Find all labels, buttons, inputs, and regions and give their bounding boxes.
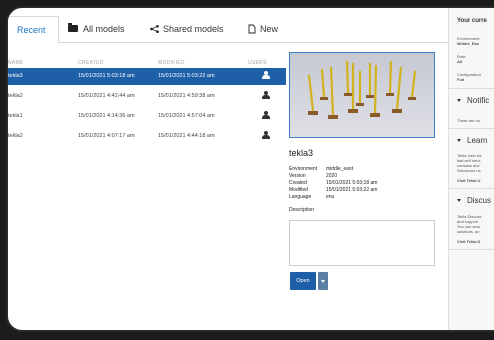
row-name: tekla2 <box>8 93 23 99</box>
right-environment-link[interactable]: Middle_Eas <box>457 41 479 46</box>
model-title: tekla3 <box>289 148 314 158</box>
table-row[interactable]: tekla1 15/01/2021 4:14:36 am 15/01/2021 … <box>8 108 286 125</box>
tab-shared-models-label: Shared models <box>163 24 224 34</box>
current-settings-header: Your curre <box>457 18 487 24</box>
model-preview[interactable] <box>289 52 435 138</box>
row-modified: 15/01/2021 4:59:38 am <box>158 93 215 99</box>
column-created[interactable]: CREATED <box>78 60 104 66</box>
user-icon <box>262 91 270 100</box>
table-row[interactable]: tekla2 15/01/2021 4:42:44 am 15/01/2021 … <box>8 88 286 105</box>
row-name: tekla1 <box>8 113 23 119</box>
notifications-text: There are no <box>457 118 480 123</box>
row-name: tekla2 <box>8 133 23 139</box>
version-label: Version <box>289 173 306 179</box>
description-label: Description <box>289 207 315 213</box>
new-document-icon <box>248 24 256 34</box>
row-modified: 15/01/2021 4:44:18 am <box>158 133 215 139</box>
row-created: 15/01/2021 4:07:17 am <box>78 133 135 139</box>
notifications-header[interactable]: Notific <box>457 96 489 105</box>
discuss-text-line: solutions, an <box>457 229 480 234</box>
modified-value: 15/01/2021 5:03:22 am <box>326 187 378 193</box>
right-configuration-link[interactable]: Full <box>457 77 464 82</box>
environment-value: middle_east <box>326 166 353 172</box>
tab-bar: Recent All models Shared models New <box>8 16 448 44</box>
right-panel: Your curre Environment Middle_Eas Role: … <box>448 8 494 330</box>
modified-label: Modified <box>289 187 308 193</box>
row-created: 15/01/2021 4:42:44 am <box>78 93 135 99</box>
tab-shared-models[interactable]: Shared models <box>150 16 224 42</box>
tab-new-label: New <box>260 24 279 34</box>
column-users[interactable]: USERS <box>248 60 267 66</box>
column-name[interactable]: NAME <box>8 60 24 66</box>
tab-all-models[interactable]: All models <box>68 16 125 42</box>
discuss-title: Discus <box>467 196 492 205</box>
discuss-header[interactable]: Discus <box>457 196 491 205</box>
language-label: Language <box>289 194 312 200</box>
environment-label: Environment <box>289 166 318 172</box>
created-label: Created <box>289 180 307 186</box>
tab-all-models-label: All models <box>83 24 125 34</box>
open-button[interactable]: Open <box>290 272 316 290</box>
row-modified: 15/01/2021 4:57:04 am <box>158 113 215 119</box>
share-icon <box>150 25 159 33</box>
tab-recent-label: Recent <box>17 25 46 35</box>
divider <box>449 128 494 129</box>
tab-new[interactable]: New <box>248 16 278 42</box>
language-value: enu <box>326 194 335 200</box>
right-role-link[interactable]: All <box>457 59 462 64</box>
caret-down-icon <box>457 99 461 102</box>
open-dropdown-button[interactable] <box>318 272 328 290</box>
user-icon <box>262 71 270 80</box>
row-name: tekla3 <box>8 73 23 79</box>
model-thumbnail-image <box>307 60 417 119</box>
learn-text-line: Structures us <box>457 168 481 173</box>
row-created: 15/01/2021 4:14:36 am <box>78 113 135 119</box>
row-created: 15/01/2021 5:03:18 am <box>78 73 135 79</box>
divider <box>449 88 494 89</box>
caret-down-icon <box>457 139 461 142</box>
caret-down-icon <box>457 199 461 202</box>
column-modified[interactable]: MODIFIED <box>158 60 185 66</box>
learn-header[interactable]: Learn <box>457 136 487 145</box>
table-row[interactable]: tekla2 15/01/2021 4:07:17 am 15/01/2021 … <box>8 128 286 145</box>
divider <box>449 188 494 189</box>
created-value: 15/01/2021 5:03:18 am <box>326 180 378 186</box>
tab-recent[interactable]: Recent <box>8 16 59 44</box>
notifications-title: Notific <box>467 96 490 105</box>
window: Recent All models Shared models New NAME… <box>6 6 494 332</box>
folder-icon <box>68 23 78 32</box>
divider <box>449 249 494 250</box>
discuss-link[interactable]: Visit Tekla D <box>457 239 480 244</box>
version-value: 2020 <box>326 173 338 179</box>
row-modified: 15/01/2021 5:03:22 am <box>158 73 215 79</box>
learn-title: Learn <box>467 136 488 145</box>
table-row[interactable]: tekla3 15/01/2021 5:03:18 am 15/01/2021 … <box>8 68 286 85</box>
description-field[interactable] <box>289 220 435 266</box>
user-icon <box>262 111 270 120</box>
user-icon <box>262 131 270 140</box>
learn-link[interactable]: Visit Tekla U <box>457 178 480 183</box>
